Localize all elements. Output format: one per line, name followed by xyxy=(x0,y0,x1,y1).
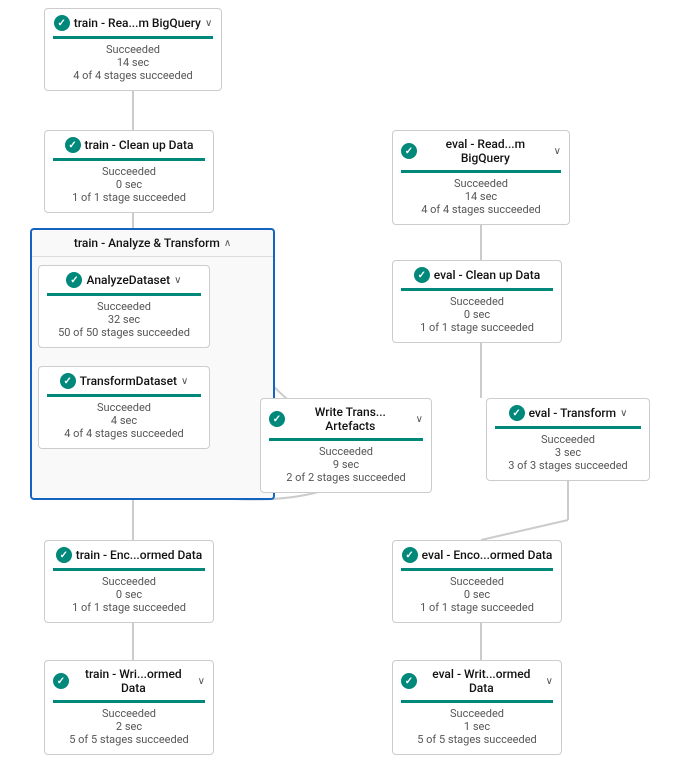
check-icon-train-read-bq xyxy=(54,15,70,31)
node-eval-transform-label: eval - Transform xyxy=(529,406,617,420)
node-transform-dataset-status: Succeeded 4 sec 4 of 4 stages succeeded xyxy=(47,401,201,440)
node-transform-dataset-label: TransformDataset xyxy=(80,374,177,388)
node-eval-written-header: eval - Writ...ormed Data ∨ xyxy=(401,667,553,703)
check-icon-eval-written xyxy=(401,673,417,689)
node-write-transform-artefacts-status: Succeeded 9 sec 2 of 2 stages succeeded xyxy=(269,445,423,484)
check-icon-write-artefacts xyxy=(269,411,285,427)
node-train-written-status: Succeeded 2 sec 5 of 5 stages succeeded xyxy=(53,707,205,746)
node-eval-transform-status: Succeeded 3 sec 3 of 3 stages succeeded xyxy=(495,433,641,472)
node-analyze-dataset-status: Succeeded 32 sec 50 of 50 stages succeed… xyxy=(47,300,201,339)
node-eval-cleanup-status: Succeeded 0 sec 1 of 1 stage succeeded xyxy=(401,295,553,334)
chevron-down-icon-write-artefacts[interactable]: ∨ xyxy=(416,414,423,425)
node-eval-encoded: eval - Enco...ormed Data Succeeded 0 sec… xyxy=(392,540,562,623)
node-eval-encoded-label: eval - Enco...ormed Data xyxy=(422,548,553,562)
node-eval-encoded-header: eval - Enco...ormed Data xyxy=(401,547,553,571)
check-icon-eval-cleanup xyxy=(414,267,430,283)
node-train-cleanup-label: train - Clean up Data xyxy=(85,138,194,152)
node-eval-cleanup-label: eval - Clean up Data xyxy=(434,268,540,282)
node-analyze-dataset-label: AnalyzeDataset xyxy=(86,273,170,287)
chevron-down-icon-eval-written[interactable]: ∨ xyxy=(546,676,553,687)
check-icon-analyze-dataset xyxy=(66,272,82,288)
node-train-encoded-status: Succeeded 0 sec 1 of 1 stage succeeded xyxy=(53,575,205,614)
node-train-written: train - Wri...ormed Data ∨ Succeeded 2 s… xyxy=(44,660,214,755)
node-eval-written-status: Succeeded 1 sec 5 of 5 stages succeeded xyxy=(401,707,553,746)
node-write-transform-artefacts: Write Trans... Artefacts ∨ Succeeded 9 s… xyxy=(260,398,432,493)
check-icon-transform-dataset xyxy=(60,373,76,389)
node-train-cleanup-status: Succeeded 0 sec 1 of 1 stage succeeded xyxy=(53,165,205,204)
check-icon-eval-encoded xyxy=(402,547,418,563)
node-train-cleanup-header: train - Clean up Data xyxy=(53,137,205,161)
node-eval-transform: eval - Transform ∨ Succeeded 3 sec 3 of … xyxy=(486,398,650,481)
check-icon-train-written xyxy=(53,673,69,689)
node-transform-dataset: TransformDataset ∨ Succeeded 4 sec 4 of … xyxy=(38,366,210,449)
node-eval-read-bq-status: Succeeded 14 sec 4 of 4 stages succeeded xyxy=(401,177,561,216)
node-train-encoded-label: train - Enc...ormed Data xyxy=(76,548,202,562)
group-analyze-transform-label: train - Analyze & Transform xyxy=(74,236,220,250)
check-icon-eval-transform xyxy=(509,405,525,421)
chevron-up-icon-group[interactable]: ∧ xyxy=(224,238,231,249)
node-analyze-dataset: AnalyzeDataset ∨ Succeeded 32 sec 50 of … xyxy=(38,265,210,348)
chevron-down-icon-transform[interactable]: ∨ xyxy=(181,376,188,387)
node-train-cleanup: train - Clean up Data Succeeded 0 sec 1 … xyxy=(44,130,214,213)
node-eval-encoded-status: Succeeded 0 sec 1 of 1 stage succeeded xyxy=(401,575,553,614)
node-train-encoded: train - Enc...ormed Data Succeeded 0 sec… xyxy=(44,540,214,623)
node-eval-transform-header: eval - Transform ∨ xyxy=(495,405,641,429)
node-train-read-bq-status: Succeeded 14 sec 4 of 4 stages succeeded xyxy=(53,43,213,82)
group-analyze-transform: train - Analyze & Transform ∧ AnalyzeDat… xyxy=(30,228,275,500)
chevron-down-icon-analyze[interactable]: ∨ xyxy=(174,275,181,286)
node-train-read-bq: train - Rea...m BigQuery ∨ Succeeded 14 … xyxy=(44,8,222,91)
check-icon-eval-read-bq xyxy=(401,143,417,159)
node-write-transform-artefacts-header: Write Trans... Artefacts ∨ xyxy=(269,405,423,441)
node-eval-read-bq: eval - Read...m BigQuery ∨ Succeeded 14 … xyxy=(392,130,570,225)
check-icon-train-cleanup xyxy=(65,137,81,153)
chevron-down-icon-eval-read-bq[interactable]: ∨ xyxy=(554,146,561,157)
node-train-encoded-header: train - Enc...ormed Data xyxy=(53,547,205,571)
node-train-read-bq-header: train - Rea...m BigQuery ∨ xyxy=(53,15,213,39)
chevron-down-icon-train-written[interactable]: ∨ xyxy=(198,676,205,687)
node-eval-written-label: eval - Writ...ormed Data xyxy=(421,667,542,695)
node-eval-written: eval - Writ...ormed Data ∨ Succeeded 1 s… xyxy=(392,660,562,755)
node-eval-cleanup: eval - Clean up Data Succeeded 0 sec 1 o… xyxy=(392,260,562,343)
node-eval-read-bq-header: eval - Read...m BigQuery ∨ xyxy=(401,137,561,173)
chevron-down-icon-train-read-bq[interactable]: ∨ xyxy=(205,18,212,29)
node-analyze-dataset-header: AnalyzeDataset ∨ xyxy=(47,272,201,296)
node-train-written-label: train - Wri...ormed Data xyxy=(73,667,194,695)
node-train-read-bq-label: train - Rea...m BigQuery xyxy=(74,16,201,30)
node-write-transform-artefacts-label: Write Trans... Artefacts xyxy=(289,405,412,433)
check-icon-train-encoded xyxy=(56,547,72,563)
pipeline-canvas: train - Rea...m BigQuery ∨ Succeeded 14 … xyxy=(0,0,680,764)
node-eval-cleanup-header: eval - Clean up Data xyxy=(401,267,553,291)
node-eval-read-bq-label: eval - Read...m BigQuery xyxy=(421,137,550,165)
group-analyze-transform-header[interactable]: train - Analyze & Transform ∧ xyxy=(32,230,273,257)
node-train-written-header: train - Wri...ormed Data ∨ xyxy=(53,667,205,703)
node-transform-dataset-header: TransformDataset ∨ xyxy=(47,373,201,397)
chevron-down-icon-eval-transform[interactable]: ∨ xyxy=(620,408,627,419)
